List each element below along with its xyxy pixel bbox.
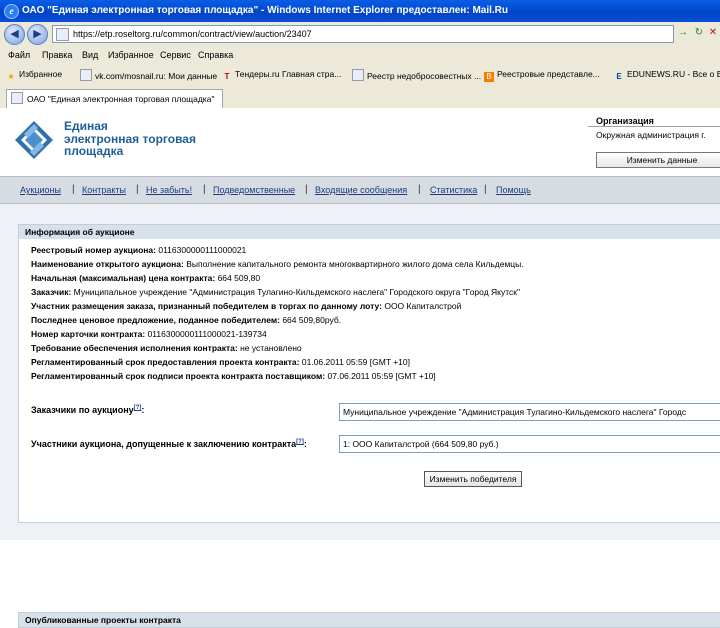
organization-box: Организация Окружная администрация г. Из…	[588, 112, 720, 174]
tender-icon: T	[224, 72, 230, 81]
refresh-icon[interactable]: ↻	[692, 26, 706, 40]
nav-statistics[interactable]: Статистика	[430, 185, 477, 195]
favorites-bar: ★ Избранное vk.com/mosnail.ru: Мои данные…	[0, 64, 720, 87]
page-content: Единая электронная торговая площадка Орг…	[0, 108, 720, 628]
divider	[588, 126, 720, 127]
info-row: Требование обеспечения исполнения контра…	[31, 343, 302, 353]
nav-dont-forget[interactable]: Не забыть!	[146, 185, 192, 195]
address-bar: ◀ ▶ https://etp.roseltorg.ru/common/cont…	[0, 22, 720, 47]
info-row: Наименование открытого аукциона: Выполне…	[31, 259, 524, 269]
menu-tools[interactable]: Сервис	[160, 50, 191, 60]
page-icon	[352, 69, 364, 81]
info-row: Начальная (максимальная) цена контракта:…	[31, 273, 261, 283]
nav-auctions[interactable]: Аукционы	[20, 185, 61, 195]
star-icon: ★	[7, 72, 15, 81]
panel-title: Информация об аукционе	[19, 225, 720, 239]
info-row: Последнее ценовое предложение, поданное …	[31, 315, 342, 325]
menu-favorites[interactable]: Избранное	[108, 50, 154, 60]
nav-contracts[interactable]: Контракты	[82, 185, 126, 195]
nav-help[interactable]: Помощь	[496, 185, 531, 195]
favorites-item-3[interactable]: T Тендеры.ru Главная стра...	[222, 69, 342, 82]
favorites-item-2[interactable]: vk.com/mosnail.ru: Мои данные	[80, 69, 217, 81]
site-brand[interactable]: Единая электронная торговая площадка	[64, 120, 196, 158]
stop-icon[interactable]: ✕	[706, 26, 720, 40]
change-winner-button[interactable]: Изменить победителя	[424, 471, 522, 487]
menu-view[interactable]: Вид	[82, 50, 98, 60]
page-icon	[56, 28, 69, 41]
edit-data-button[interactable]: Изменить данные	[596, 152, 720, 168]
forward-button[interactable]: ▶	[27, 24, 48, 45]
info-row: Реестровый номер аукциона: 0116300000111…	[31, 245, 247, 255]
go-icon[interactable]: →	[676, 26, 690, 40]
url-input[interactable]: https://etp.roseltorg.ru/common/contract…	[52, 25, 674, 43]
info-row: Участник размещения заказа, признанный п…	[31, 301, 462, 311]
internet-explorer-icon: e	[4, 4, 19, 19]
menu-help[interactable]: Справка	[198, 50, 233, 60]
participants-label: Участники аукциона, допущенные к заключе…	[31, 439, 307, 449]
page-icon	[80, 69, 92, 81]
favorites-item-6[interactable]: EEDUNEWS.RU - Все о ВУЗах	[614, 69, 720, 82]
browser-tab[interactable]: ОАО "Единая электронная торговая площадк…	[6, 89, 223, 108]
customers-label: Заказчики по аукциону[?]:	[31, 405, 145, 415]
tab-bar: ОАО "Единая электронная торговая площадк…	[0, 86, 720, 109]
menu-file[interactable]: Файл	[8, 50, 30, 60]
info-row: Регламентированный срок подписи проекта …	[31, 371, 436, 381]
window-titlebar: e ОАО "Единая электронная торговая площа…	[0, 0, 720, 22]
info-row: Заказчик: Муниципальное учреждение "Адми…	[31, 287, 521, 297]
favorites-item-5[interactable]: B Реестровые представле...	[484, 69, 600, 82]
page-icon	[11, 92, 23, 104]
blogger-icon: B	[484, 72, 494, 82]
nav-subordinates[interactable]: Подведомственные	[213, 185, 295, 195]
organization-name: Окружная администрация г.	[596, 130, 706, 140]
auction-info-panel: Информация об аукционе Реестровый номер …	[18, 224, 720, 523]
menu-edit[interactable]: Правка	[42, 50, 72, 60]
back-button[interactable]: ◀	[4, 24, 25, 45]
main-navigation: Аукционы | Контракты | Не забыть! | Подв…	[0, 176, 720, 204]
favorites-item-1[interactable]: ★ Избранное	[6, 69, 62, 82]
customers-field[interactable]: Муниципальное учреждение "Администрация …	[339, 403, 720, 421]
edu-icon: E	[616, 72, 622, 81]
nav-incoming-messages[interactable]: Входящие сообщения	[315, 185, 407, 195]
menu-bar: Файл Правка Вид Избранное Сервис Справка	[0, 46, 720, 64]
help-link[interactable]: [?]	[134, 405, 142, 411]
participants-field[interactable]: 1: ООО Капиталстрой (664 509,80 руб.)	[339, 435, 720, 453]
etp-logo-icon	[15, 121, 53, 159]
info-row: Номер карточки контракта: 01163000001110…	[31, 329, 267, 339]
favorites-item-4[interactable]: Реестр недобросовестных ...	[352, 69, 481, 81]
url-text: https://etp.roseltorg.ru/common/contract…	[73, 29, 312, 39]
window-title: ОАО "Единая электронная торговая площадк…	[22, 5, 509, 16]
organization-label: Организация	[596, 116, 654, 126]
published-contracts-panel-title: Опубликованные проекты контракта	[18, 612, 720, 628]
info-row: Регламентированный срок предоставления п…	[31, 357, 410, 367]
content-area: Информация об аукционе Реестровый номер …	[0, 204, 720, 628]
help-link[interactable]: [?]	[296, 439, 304, 445]
